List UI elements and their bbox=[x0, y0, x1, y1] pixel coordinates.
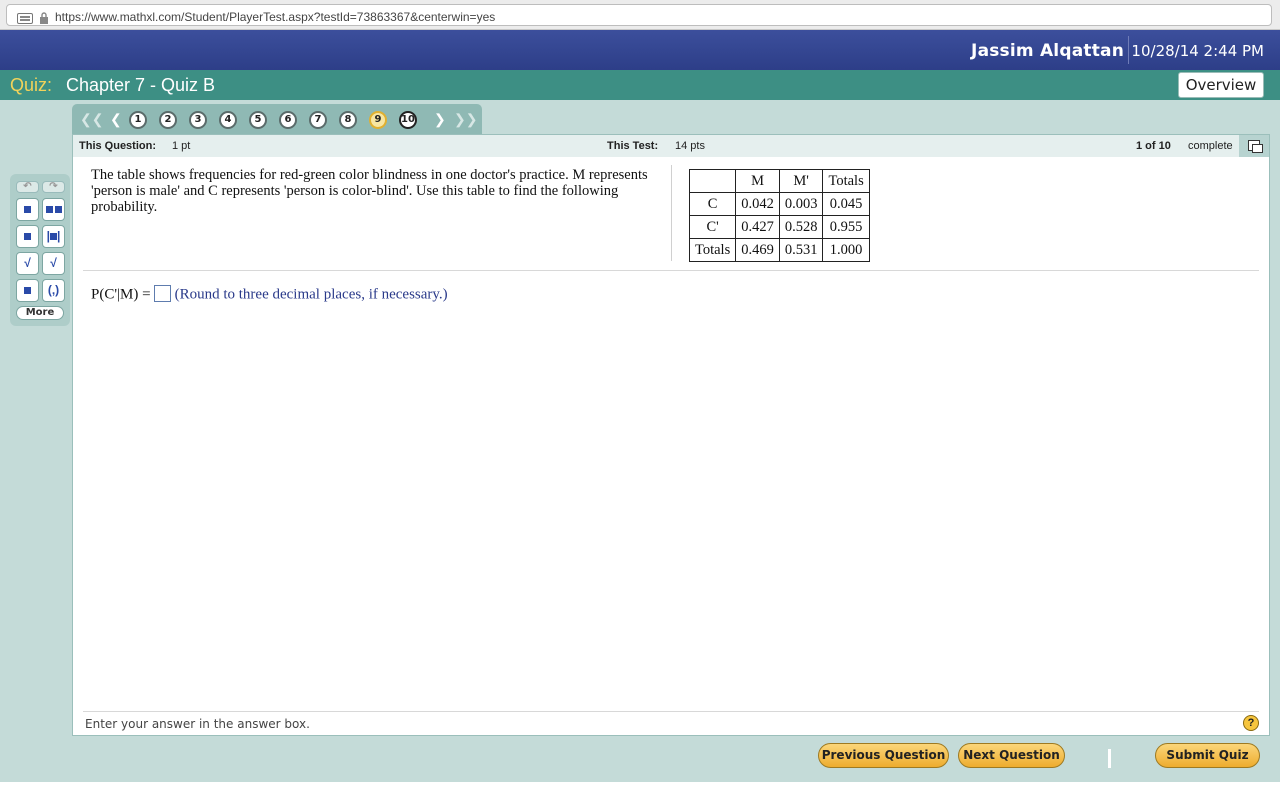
progress-count: 1 of 10 bbox=[1136, 140, 1171, 152]
question-button-2[interactable]: 2 bbox=[159, 111, 177, 129]
answer-line: P(C'|M) = (Round to three decimal places,… bbox=[91, 285, 448, 305]
absolute-value-icon[interactable]: | | bbox=[42, 225, 65, 248]
question-button-8[interactable]: 8 bbox=[339, 111, 357, 129]
table-header-cell bbox=[688, 169, 737, 193]
math-tool-palette: ↶ ↷ | | √ √ (,) More bbox=[10, 174, 70, 326]
instruction-text: Enter your answer in the answer box. bbox=[85, 717, 310, 731]
right-arrow-icon[interactable]: ❯ bbox=[434, 112, 446, 126]
table-row-label: C' bbox=[688, 215, 737, 239]
square-root-icon[interactable]: √ bbox=[16, 252, 39, 275]
table-row: Totals 0.469 0.531 1.000 bbox=[688, 238, 870, 262]
top-header: Jassim Alqattan 10/28/14 2:44 PM bbox=[0, 30, 1280, 70]
redo-icon[interactable]: ↷ bbox=[42, 181, 65, 193]
rounding-hint: (Round to three decimal places, if neces… bbox=[174, 286, 448, 303]
reader-view-icon[interactable] bbox=[17, 13, 33, 24]
table-header-cell: M' bbox=[778, 169, 824, 193]
this-question-points: 1 pt bbox=[172, 140, 191, 152]
interval-icon[interactable]: (,) bbox=[42, 279, 65, 302]
question-button-1[interactable]: 1 bbox=[129, 111, 147, 129]
table-cell: 0.469 bbox=[735, 238, 780, 262]
expand-window-icon[interactable] bbox=[1239, 135, 1269, 157]
table-cell: 0.528 bbox=[778, 215, 824, 239]
table-header-cell: Totals bbox=[822, 169, 870, 193]
question-panel: This Question: 1 pt This Test: 14 pts 1 … bbox=[72, 134, 1270, 736]
question-button-9-current[interactable]: 9 bbox=[369, 111, 387, 129]
question-button-6[interactable]: 6 bbox=[279, 111, 297, 129]
question-button-7[interactable]: 7 bbox=[309, 111, 327, 129]
table-cell: 0.427 bbox=[735, 215, 780, 239]
table-cell: 0.045 bbox=[822, 192, 870, 216]
table-row: C 0.042 0.003 0.045 bbox=[688, 192, 870, 216]
text-cursor bbox=[1108, 749, 1111, 768]
question-text: The table shows frequencies for red-gree… bbox=[91, 167, 648, 215]
this-test-points: 14 pts bbox=[675, 140, 705, 152]
quiz-title: Chapter 7 - Quiz B bbox=[66, 75, 216, 95]
header-datetime: 10/28/14 2:44 PM bbox=[1131, 42, 1264, 60]
question-divider bbox=[671, 165, 672, 261]
quiz-title-bar: Quiz: Chapter 7 - Quiz B Overview bbox=[0, 70, 1280, 100]
nth-root-icon[interactable]: √ bbox=[42, 252, 65, 275]
this-question-label: This Question: bbox=[79, 140, 156, 152]
fraction-icon[interactable] bbox=[16, 198, 39, 221]
exponent-icon[interactable] bbox=[16, 225, 39, 248]
question-info-bar: This Question: 1 pt This Test: 14 pts 1 … bbox=[73, 135, 1269, 157]
more-tools-button[interactable]: More bbox=[16, 306, 64, 320]
question-button-5[interactable]: 5 bbox=[249, 111, 267, 129]
answer-input[interactable] bbox=[153, 285, 171, 302]
complete-label: complete bbox=[1188, 140, 1233, 152]
table-cell: 1.000 bbox=[822, 238, 870, 262]
table-row: C' 0.427 0.528 0.955 bbox=[688, 215, 870, 239]
table-row-label: C bbox=[688, 192, 737, 216]
this-test-label: This Test: bbox=[607, 140, 659, 152]
quiz-label: Quiz: bbox=[10, 75, 53, 95]
left-arrow-icon[interactable]: ❮ bbox=[110, 112, 122, 126]
question-button-3[interactable]: 3 bbox=[189, 111, 207, 129]
next-question-button[interactable]: Next Question bbox=[958, 743, 1065, 768]
user-name: Jassim Alqattan bbox=[971, 41, 1124, 61]
table-cell: 0.531 bbox=[778, 238, 824, 262]
table-header-row: M M' Totals bbox=[688, 169, 870, 193]
table-cell: 0.955 bbox=[822, 215, 870, 239]
decimal-icon[interactable] bbox=[16, 279, 39, 302]
help-icon[interactable]: ? bbox=[1243, 715, 1259, 731]
lock-icon bbox=[40, 12, 48, 24]
bottom-button-strip bbox=[72, 736, 1280, 782]
table-cell: 0.003 bbox=[778, 192, 824, 216]
submit-quiz-button[interactable]: Submit Quiz bbox=[1155, 743, 1260, 768]
url-text[interactable]: https://www.mathxl.com/Student/PlayerTes… bbox=[55, 10, 495, 24]
question-button-10[interactable]: 10 bbox=[399, 111, 417, 129]
table-header-cell: M bbox=[735, 169, 780, 193]
footer-divider bbox=[83, 711, 1259, 712]
table-cell: 0.042 bbox=[735, 192, 780, 216]
table-row-label: Totals bbox=[688, 238, 737, 262]
address-field[interactable]: https://www.mathxl.com/Student/PlayerTes… bbox=[6, 4, 1272, 26]
header-divider bbox=[1128, 36, 1129, 64]
browser-url-bar: https://www.mathxl.com/Student/PlayerTes… bbox=[0, 0, 1280, 30]
double-left-arrow-icon[interactable]: ❮❮ bbox=[80, 112, 103, 126]
answer-prefix: P(C'|M) = bbox=[91, 286, 151, 303]
double-right-arrow-icon[interactable]: ❯❯ bbox=[454, 112, 477, 126]
question-navigator: ❮❮ ❮ 1 2 3 4 5 6 7 8 9 10 ❯ ❯❯ bbox=[72, 104, 482, 134]
question-button-4[interactable]: 4 bbox=[219, 111, 237, 129]
mixed-number-icon[interactable] bbox=[42, 198, 65, 221]
undo-icon[interactable]: ↶ bbox=[16, 181, 39, 193]
frequency-table: M M' Totals C 0.042 0.003 0.045 C' 0.427… bbox=[688, 169, 870, 262]
previous-question-button[interactable]: Previous Question bbox=[818, 743, 949, 768]
overview-button[interactable]: Overview bbox=[1178, 72, 1264, 98]
section-divider bbox=[83, 270, 1259, 271]
